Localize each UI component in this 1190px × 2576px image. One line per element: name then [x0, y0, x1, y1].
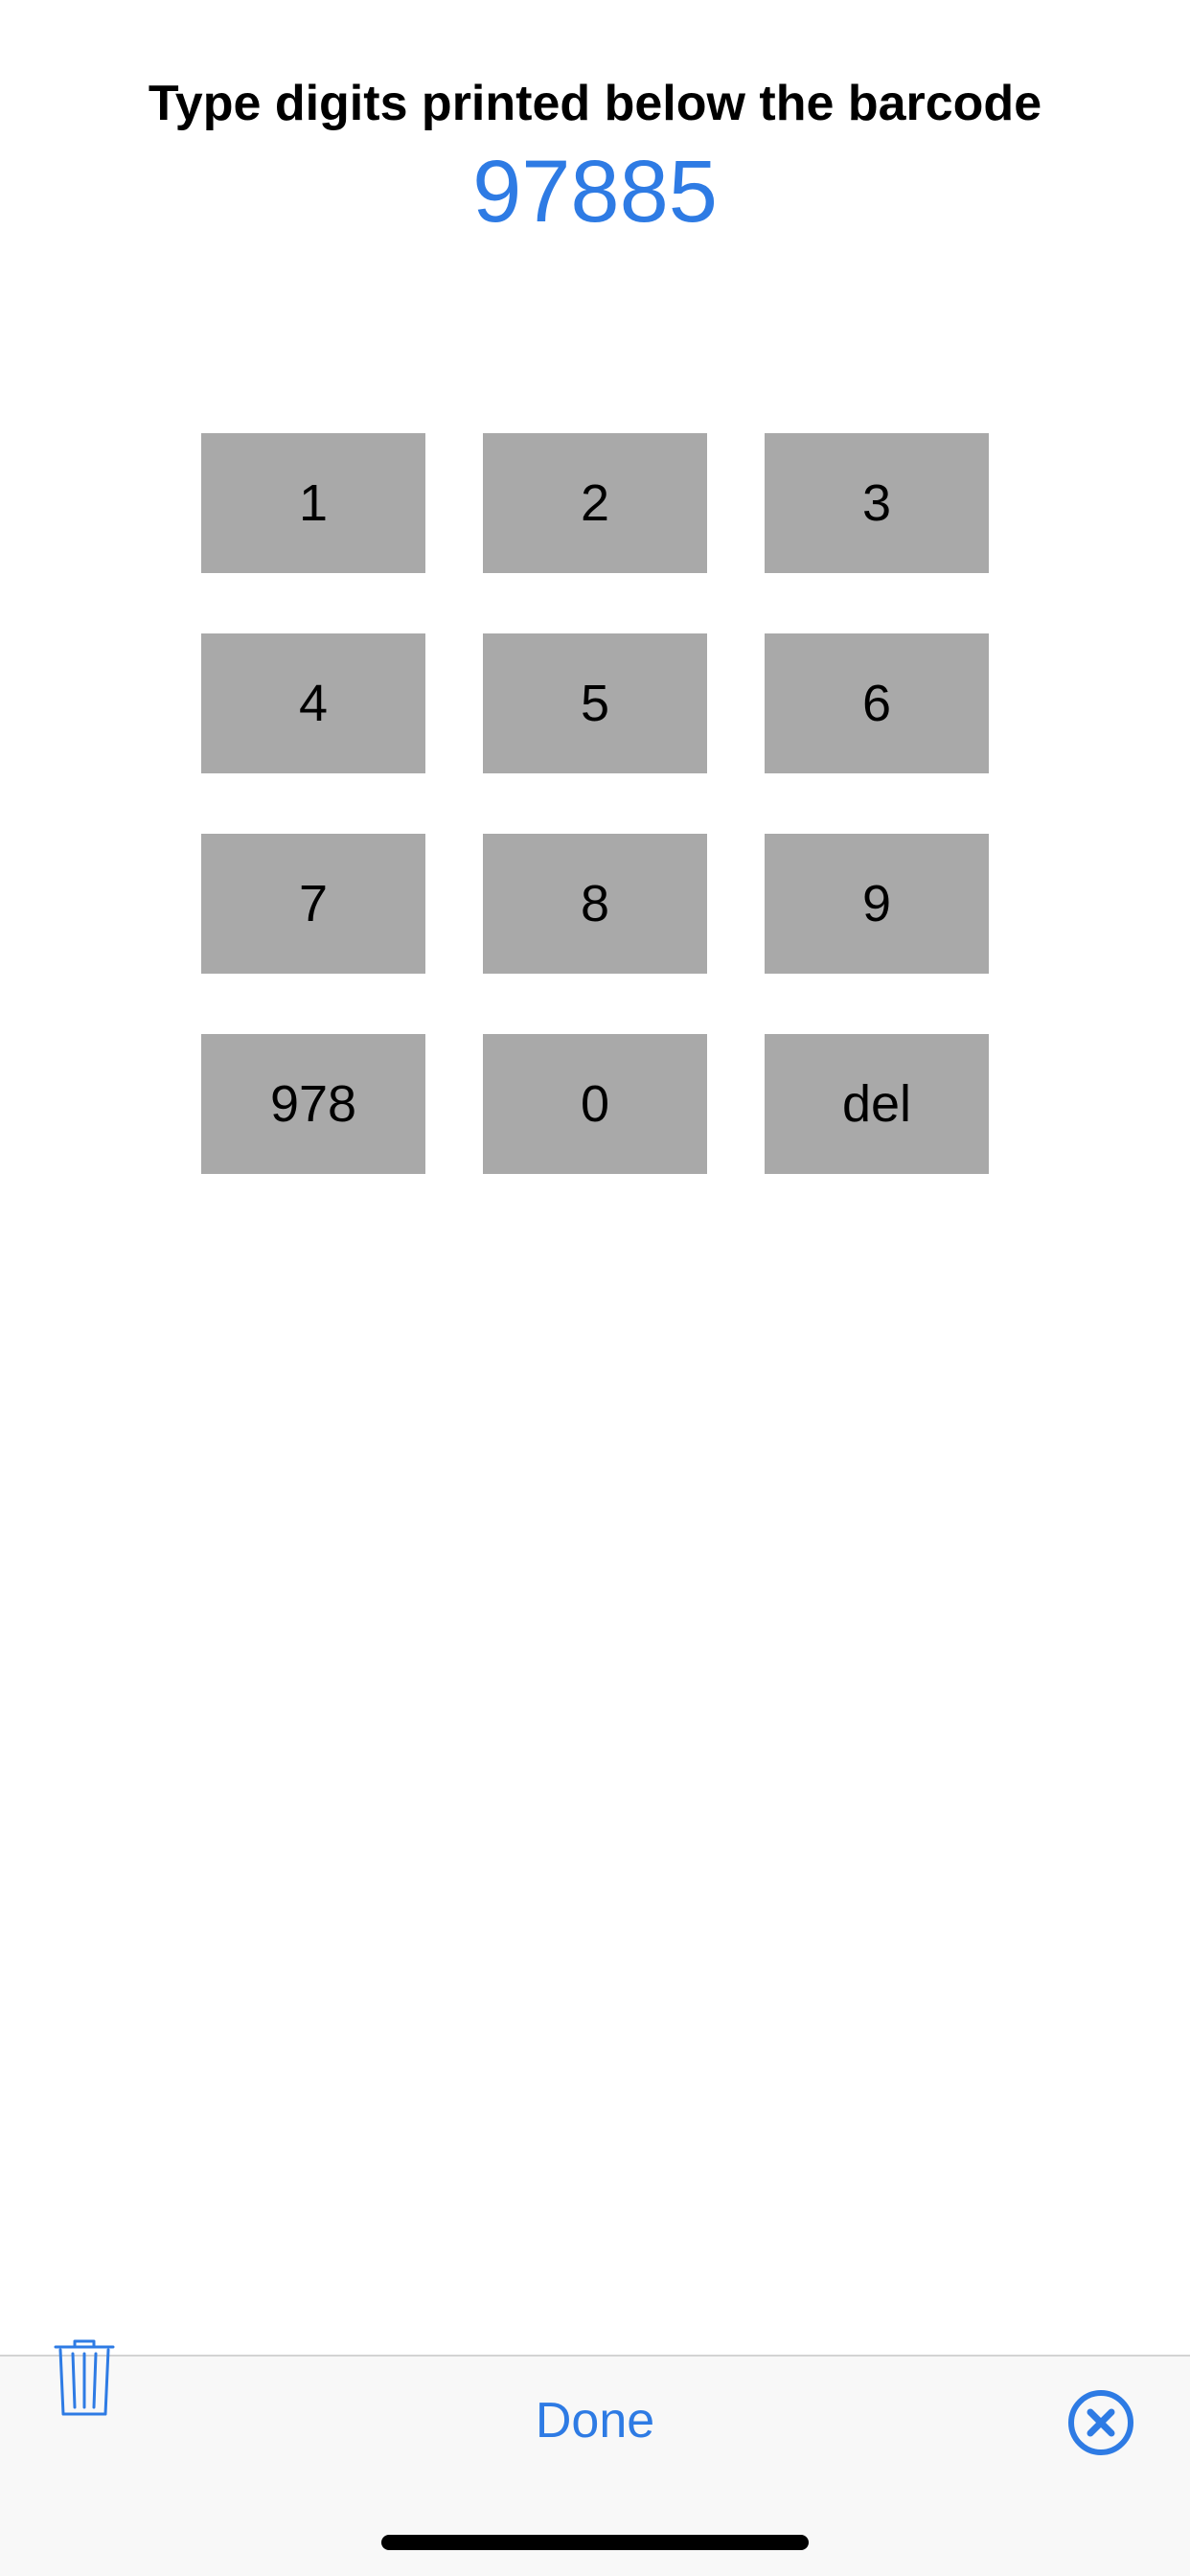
- key-3[interactable]: 3: [765, 433, 989, 573]
- close-circle-icon[interactable]: [1067, 2389, 1134, 2456]
- key-7[interactable]: 7: [201, 834, 425, 974]
- instruction-label: Type digits printed below the barcode: [148, 76, 1042, 131]
- trash-icon[interactable]: [54, 2338, 115, 2417]
- key-6[interactable]: 6: [765, 633, 989, 773]
- key-5[interactable]: 5: [483, 633, 707, 773]
- done-button[interactable]: Done: [536, 2393, 654, 2449]
- key-0[interactable]: 0: [483, 1034, 707, 1174]
- keypad: 1 2 3 4 5 6 7 8 9 978 0 del: [201, 433, 989, 1174]
- key-2[interactable]: 2: [483, 433, 707, 573]
- key-8[interactable]: 8: [483, 834, 707, 974]
- key-delete[interactable]: del: [765, 1034, 989, 1174]
- key-1[interactable]: 1: [201, 433, 425, 573]
- entered-digits: 97885: [472, 143, 718, 241]
- key-4[interactable]: 4: [201, 633, 425, 773]
- key-978-prefix[interactable]: 978: [201, 1034, 425, 1174]
- key-9[interactable]: 9: [765, 834, 989, 974]
- home-indicator: [381, 2535, 809, 2550]
